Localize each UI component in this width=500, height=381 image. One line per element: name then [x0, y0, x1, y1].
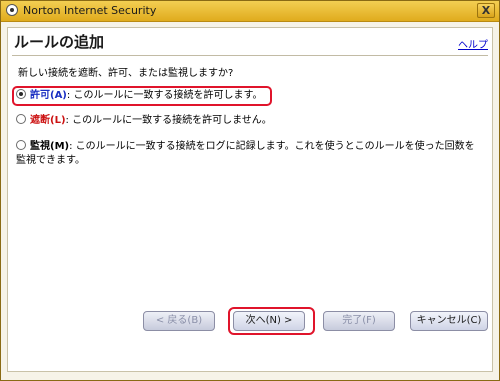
- norton-logo-icon: [6, 4, 18, 16]
- dialog-content: ルールの追加 ヘルプ 新しい接続を遮断、許可、または監視しますか? 許可(A):…: [7, 27, 493, 372]
- allow-description: このルールに一致する接続を許可します。: [73, 90, 263, 101]
- block-radio[interactable]: [16, 114, 26, 124]
- block-label: 遮断(L): [30, 115, 66, 126]
- option-block[interactable]: 遮断(L): このルールに一致する接続を許可しません。: [16, 114, 484, 128]
- close-button[interactable]: X: [477, 3, 495, 18]
- divider: [12, 55, 488, 56]
- prompt-text: 新しい接続を遮断、許可、または監視しますか?: [18, 68, 234, 79]
- allow-colon: :: [66, 90, 71, 101]
- allow-label: 許可(A): [30, 90, 67, 101]
- allow-radio[interactable]: [16, 89, 26, 99]
- option-monitor[interactable]: 監視(M): このルールに一致する接続をログに記録します。これを使うとこのルール…: [16, 140, 484, 168]
- monitor-label: 監視(M): [30, 141, 70, 152]
- page-title: ルールの追加: [14, 33, 105, 51]
- block-colon: :: [65, 115, 69, 126]
- monitor-colon: :: [69, 141, 73, 152]
- block-description: このルールに一致する接続を許可しません。: [72, 115, 272, 126]
- help-link[interactable]: ヘルプ: [458, 36, 488, 51]
- next-button[interactable]: 次へ(N) >: [233, 311, 305, 331]
- window-title: Norton Internet Security: [23, 4, 157, 17]
- back-button[interactable]: < 戻る(B): [143, 311, 215, 331]
- monitor-description: このルールに一致する接続をログに記録します。これを使うとこのルールを使った回数を…: [16, 141, 475, 166]
- cancel-button[interactable]: キャンセル(C): [410, 311, 488, 331]
- option-allow[interactable]: 許可(A): このルールに一致する接続を許可します。: [16, 89, 484, 103]
- monitor-radio[interactable]: [16, 140, 26, 150]
- finish-button[interactable]: 完了(F): [323, 311, 395, 331]
- dialog-window: Norton Internet Security X ルールの追加 ヘルプ 新し…: [0, 0, 500, 381]
- title-bar[interactable]: Norton Internet Security X: [1, 1, 499, 22]
